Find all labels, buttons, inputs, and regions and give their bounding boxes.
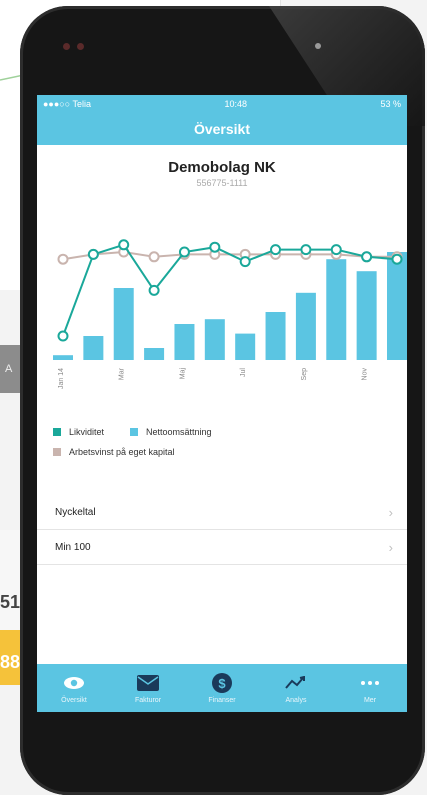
list-item-min-100[interactable]: Min 100 › [37,530,407,565]
trend-icon [285,673,307,693]
clock-label: 10:48 [224,99,248,109]
bar-nettoomsattning [326,259,347,360]
overview-chart[interactable]: Jan 14 Mar Maj Jul Sep Nov [37,220,407,410]
line-point [57,253,69,265]
tab-mer[interactable]: Mer [340,673,400,704]
org-number: 556775-1111 [196,178,248,188]
line-point [239,256,251,268]
tab-finanser[interactable]: $ Finanser [192,672,252,704]
x-tick-label: Mar [119,367,126,380]
list-item-label: Min 100 [55,541,91,553]
bar-nettoomsattning [113,288,134,360]
sensor-dot [63,43,70,50]
legend-swatch [130,428,139,436]
line-point [148,284,160,296]
x-tick-label: Maj [179,368,186,380]
bar-nettoomsattning [174,324,195,360]
tab-label: Fakturor [134,696,162,704]
bar-nettoomsattning [235,333,256,360]
status-bar: ●●●○○ Telia 10:48 53 % [37,95,407,113]
company-name: Demobolag NK [168,159,276,176]
legend-item-arbetsvinst: Arbetsvinst på eget kapital [53,447,175,457]
line-point [391,253,403,265]
nav-bar: Översikt [37,113,407,145]
speaker-icon [315,43,321,49]
line-point [361,251,373,263]
bar-nettoomsattning [265,312,286,360]
chevron-right-icon: › [388,539,393,555]
line-point [118,239,130,251]
legend-label: Arbetsvinst på eget kapital [69,447,175,457]
legend-item-likviditet: Likviditet [53,427,104,437]
bar-nettoomsattning [53,355,73,360]
envelope-icon [137,673,159,693]
battery-label: 53 % [380,99,401,109]
menu-list: Nyckeltal › Min 100 › [37,495,407,565]
app-screen: ●●●○○ Telia 10:48 53 % Översikt Demobola… [37,95,407,712]
line-point [178,246,190,258]
line-point [148,251,160,263]
tab-label: Finanser [208,696,236,704]
line-point [270,244,282,256]
legend-label: Likviditet [69,427,105,437]
bar-nettoomsattning [204,319,225,360]
bar-nettoomsattning [295,292,316,360]
line-point [57,330,69,342]
bar-nettoomsattning [144,348,165,360]
line-series [62,243,398,337]
list-item-nyckeltal[interactable]: Nyckeltal › [37,495,407,530]
bar-nettoomsattning [387,252,407,360]
tab-label: Översikt [61,696,87,704]
dollar-icon: $ [212,672,232,693]
line-point [300,244,312,256]
background-grey-label: A [5,363,13,375]
tab-oversikt[interactable]: Översikt [44,673,104,704]
x-tick-label: Jul [240,368,247,377]
eye-icon [63,673,85,693]
chevron-right-icon: › [388,504,393,520]
x-tick-label: Sep [301,368,308,381]
x-tick-label: Jan 14 [58,368,65,389]
company-header: Demobolag NK 556775-1111 [37,159,407,188]
tab-label: Mer [363,696,377,704]
line-point [330,244,342,256]
legend-swatch [53,428,61,436]
carrier-label: ●●●○○ Telia [43,99,92,109]
more-icon [359,673,381,693]
legend-item-nettoomsattning: Nettoomsättning [130,427,212,437]
x-tick-label: Nov [362,368,369,381]
page-title: Översikt [193,121,251,137]
chart-legend: Likviditet Nettoomsättning Arbetsvinst p… [53,427,238,467]
line-point [87,248,99,260]
line-point [209,241,221,253]
tab-label: Analys [285,696,307,704]
tab-fakturor[interactable]: Fakturor [118,673,178,704]
bar-nettoomsattning [356,271,377,360]
legend-swatch [53,448,61,456]
tab-analys[interactable]: Analys [266,673,326,704]
camera-dot [77,43,84,50]
svg-text:$: $ [218,676,226,691]
list-item-label: Nyckeltal [55,506,96,518]
bar-nettoomsattning [83,336,104,360]
tab-bar: Översikt Fakturor $ Finanser Analys Mer [37,664,407,712]
legend-label: Nettoomsättning [146,427,212,437]
